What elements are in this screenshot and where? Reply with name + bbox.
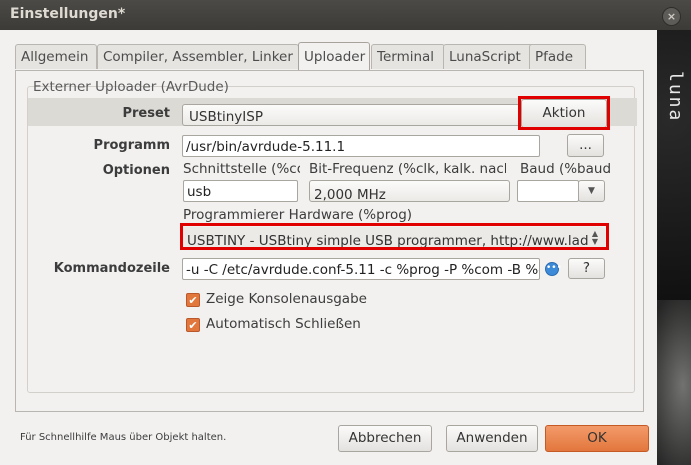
baud-dropdown-icon[interactable]: ▼ xyxy=(578,180,605,202)
status-hint: Für Schnellhilfe Maus über Objekt halten… xyxy=(20,432,227,443)
info-icon[interactable]: ••• xyxy=(545,262,562,276)
highlight-hardware xyxy=(180,223,609,250)
settings-window: Einstellungen* × Allgemein Compiler, Ass… xyxy=(0,0,657,465)
baud-field[interactable] xyxy=(517,180,579,202)
tab-compiler[interactable]: Compiler, Assembler, Linker xyxy=(97,44,299,69)
bitrate-combo[interactable]: 2,000 MHz xyxy=(309,180,510,202)
tab-terminal[interactable]: Terminal xyxy=(371,44,445,69)
tab-allgemein[interactable]: Allgemein xyxy=(15,44,97,69)
preset-combo[interactable]: USBtinyISP ▲▼ xyxy=(182,104,540,126)
browse-button[interactable]: ... xyxy=(567,134,604,157)
luna-logo: luna xyxy=(665,71,686,123)
tab-pfade[interactable]: Pfade xyxy=(529,44,586,69)
preset-label: Preset xyxy=(122,106,170,121)
preset-value: USBtinyISP xyxy=(189,109,263,125)
apply-button[interactable]: Anwenden xyxy=(446,425,538,452)
options-label: Optionen xyxy=(102,163,170,178)
tab-uploader[interactable]: Uploader xyxy=(298,42,370,70)
hardware-label: Programmierer Hardware (%prog) xyxy=(183,207,413,223)
moon-image xyxy=(657,300,691,465)
program-label: Programm xyxy=(93,138,170,153)
title-bar: Einstellungen* × xyxy=(0,0,657,30)
bitrate-label: Bit-Frequenz (%clk, kalk. nach xyxy=(309,161,506,177)
highlight-action xyxy=(518,96,610,130)
group-title: Externer Uploader (AvrDude) xyxy=(33,79,229,95)
side-panel: luna xyxy=(657,30,691,465)
interface-field[interactable]: usb xyxy=(183,180,298,202)
auto-close-label: Automatisch Schließen xyxy=(206,316,361,332)
commandline-field[interactable]: -u -C /etc/avrdude.conf-5.11 -c %prog -P… xyxy=(182,258,540,280)
bitrate-value: 2,000 MHz xyxy=(314,187,386,202)
baud-label: Baud (%baud xyxy=(520,161,610,177)
checkbox-console-output[interactable]: ✔ xyxy=(186,293,200,307)
title-bar-extension: × xyxy=(657,0,691,30)
help-button[interactable]: ? xyxy=(568,258,605,279)
tab-lunascript[interactable]: LunaScript xyxy=(443,44,537,69)
console-output-label: Zeige Konsolenausgabe xyxy=(206,291,367,307)
program-path-field[interactable]: /usr/bin/avrdude-5.11.1 xyxy=(182,135,540,157)
window-title: Einstellungen* xyxy=(10,6,126,22)
checkbox-auto-close[interactable]: ✔ xyxy=(186,318,200,332)
commandline-label: Kommandozeile xyxy=(53,261,170,276)
interface-label: Schnittstelle (%com xyxy=(183,161,300,177)
close-icon[interactable]: × xyxy=(662,7,681,26)
cancel-button[interactable]: Abbrechen xyxy=(338,425,432,452)
ok-button[interactable]: OK xyxy=(545,425,649,452)
